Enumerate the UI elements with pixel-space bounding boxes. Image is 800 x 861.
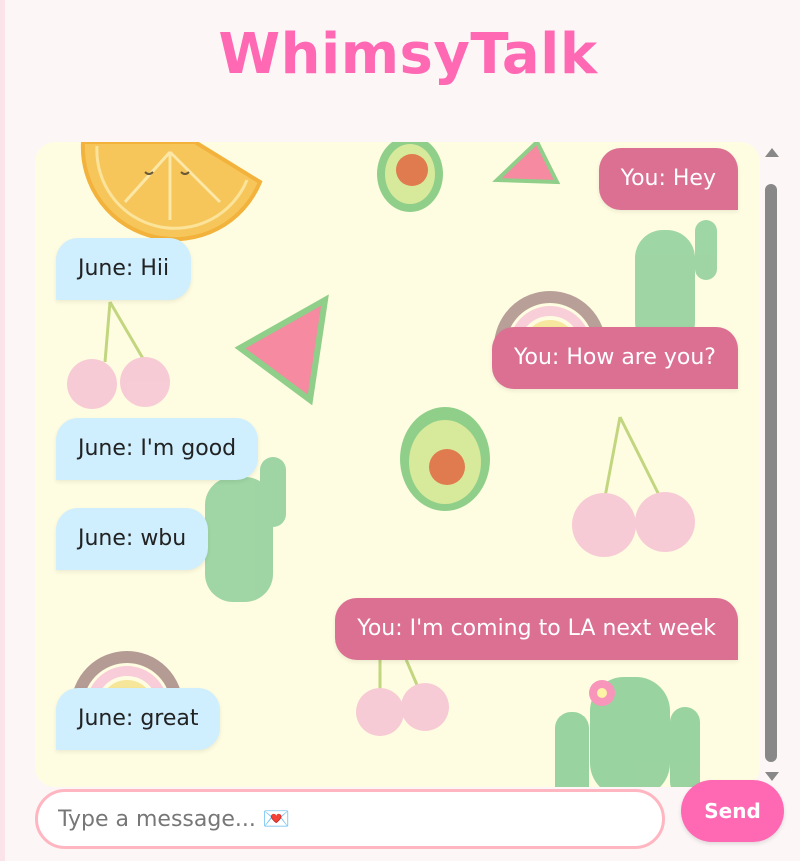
send-button[interactable]: Send	[681, 780, 784, 842]
message-bubble-outgoing: You: Hey	[598, 148, 738, 210]
message-bubble-incoming: June: great	[56, 688, 221, 750]
chat-scrollbar[interactable]	[763, 142, 779, 787]
left-accent-bar	[0, 0, 5, 861]
message-bubble-outgoing: You: I'm coming to LA next week	[335, 598, 738, 660]
message-input[interactable]	[35, 789, 665, 849]
chat-window[interactable]: You: Hey June: Hii You: How are you? Jun…	[35, 142, 760, 787]
scroll-down-arrow-icon[interactable]	[765, 772, 779, 781]
app-title: WhimsyTalk	[218, 22, 598, 87]
scrollbar-thumb[interactable]	[765, 184, 777, 762]
scroll-up-arrow-icon[interactable]	[765, 148, 779, 157]
message-bubble-incoming: June: wbu	[56, 508, 209, 570]
message-list: You: Hey June: Hii You: How are you? Jun…	[35, 142, 760, 787]
message-bubble-incoming: June: I'm good	[56, 418, 259, 480]
message-bubble-outgoing: You: How are you?	[492, 327, 738, 389]
message-bubble-incoming: June: Hii	[56, 238, 192, 300]
